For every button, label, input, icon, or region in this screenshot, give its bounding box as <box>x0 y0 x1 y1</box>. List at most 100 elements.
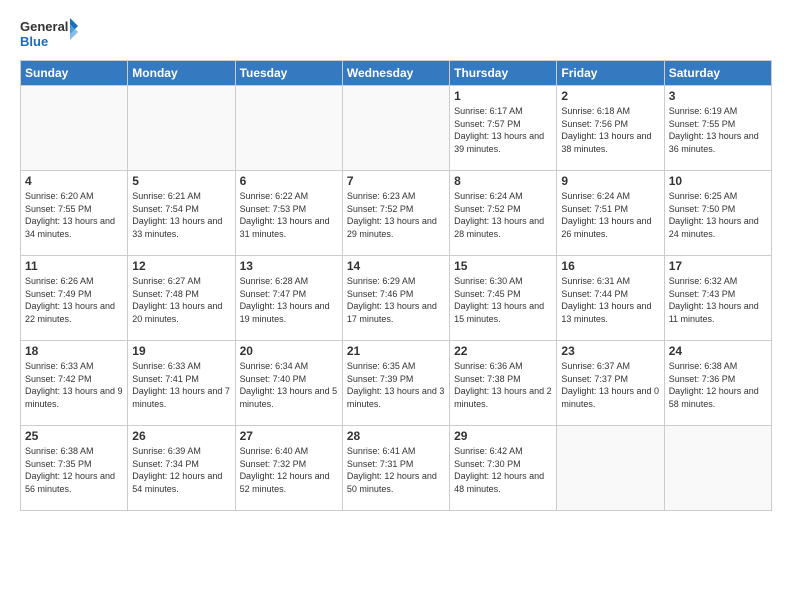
day-info: Sunrise: 6:22 AM Sunset: 7:53 PM Dayligh… <box>240 190 338 240</box>
day-info: Sunrise: 6:19 AM Sunset: 7:55 PM Dayligh… <box>669 105 767 155</box>
day-info: Sunrise: 6:23 AM Sunset: 7:52 PM Dayligh… <box>347 190 445 240</box>
calendar-cell: 25 Sunrise: 6:38 AM Sunset: 7:35 PM Dayli… <box>21 426 128 511</box>
calendar-cell: 15 Sunrise: 6:30 AM Sunset: 7:45 PM Dayli… <box>450 256 557 341</box>
header: GeneralBlue <box>20 16 772 52</box>
day-info: Sunrise: 6:20 AM Sunset: 7:55 PM Dayligh… <box>25 190 123 240</box>
day-number: 5 <box>132 174 230 188</box>
calendar-cell: 23Sunrise: 6:37 AM Sunset: 7:37 PM Dayli… <box>557 341 664 426</box>
calendar-cell: 27 Sunrise: 6:40 AM Sunset: 7:32 PM Dayli… <box>235 426 342 511</box>
calendar-cell: 20 Sunrise: 6:34 AM Sunset: 7:40 PM Dayli… <box>235 341 342 426</box>
calendar-cell: 29Sunrise: 6:42 AM Sunset: 7:30 PM Dayli… <box>450 426 557 511</box>
day-info: Sunrise: 6:21 AM Sunset: 7:54 PM Dayligh… <box>132 190 230 240</box>
calendar-cell: 2 Sunrise: 6:18 AM Sunset: 7:56 PM Daylig… <box>557 86 664 171</box>
day-info: Sunrise: 6:26 AM Sunset: 7:49 PM Dayligh… <box>25 275 123 325</box>
day-number: 26 <box>132 429 230 443</box>
day-info: Sunrise: 6:33 AM Sunset: 7:41 PM Dayligh… <box>132 360 230 410</box>
calendar-cell: 16 Sunrise: 6:31 AM Sunset: 7:44 PM Dayli… <box>557 256 664 341</box>
calendar-cell <box>342 86 449 171</box>
calendar-week-row: 18 Sunrise: 6:33 AM Sunset: 7:42 PM Dayli… <box>21 341 772 426</box>
calendar-cell <box>664 426 771 511</box>
calendar-cell: 5 Sunrise: 6:21 AM Sunset: 7:54 PM Daylig… <box>128 171 235 256</box>
day-info: Sunrise: 6:31 AM Sunset: 7:44 PM Dayligh… <box>561 275 659 325</box>
day-info: Sunrise: 6:28 AM Sunset: 7:47 PM Dayligh… <box>240 275 338 325</box>
day-number: 25 <box>25 429 123 443</box>
day-info: Sunrise: 6:34 AM Sunset: 7:40 PM Dayligh… <box>240 360 338 410</box>
day-number: 8 <box>454 174 552 188</box>
day-info: Sunrise: 6:30 AM Sunset: 7:45 PM Dayligh… <box>454 275 552 325</box>
day-number: 10 <box>669 174 767 188</box>
calendar-cell: 10 Sunrise: 6:25 AM Sunset: 7:50 PM Dayli… <box>664 171 771 256</box>
calendar-cell: 22 Sunrise: 6:36 AM Sunset: 7:38 PM Dayli… <box>450 341 557 426</box>
day-number: 3 <box>669 89 767 103</box>
day-number: 19 <box>132 344 230 358</box>
calendar-cell: 21Sunrise: 6:35 AM Sunset: 7:39 PM Dayli… <box>342 341 449 426</box>
day-info: Sunrise: 6:36 AM Sunset: 7:38 PM Dayligh… <box>454 360 552 410</box>
calendar-cell: 3 Sunrise: 6:19 AM Sunset: 7:55 PM Daylig… <box>664 86 771 171</box>
day-number: 12 <box>132 259 230 273</box>
day-number: 7 <box>347 174 445 188</box>
day-info: Sunrise: 6:29 AM Sunset: 7:46 PM Dayligh… <box>347 275 445 325</box>
day-info: Sunrise: 6:32 AM Sunset: 7:43 PM Dayligh… <box>669 275 767 325</box>
logo-svg: GeneralBlue <box>20 16 80 52</box>
calendar-week-row: 11 Sunrise: 6:26 AM Sunset: 7:49 PM Dayli… <box>21 256 772 341</box>
calendar-header-row: SundayMondayTuesdayWednesdayThursdayFrid… <box>21 61 772 86</box>
day-number: 4 <box>25 174 123 188</box>
calendar-cell: 9Sunrise: 6:24 AM Sunset: 7:51 PM Daylig… <box>557 171 664 256</box>
calendar-header-friday: Friday <box>557 61 664 86</box>
calendar-cell <box>235 86 342 171</box>
calendar-header-saturday: Saturday <box>664 61 771 86</box>
day-info: Sunrise: 6:39 AM Sunset: 7:34 PM Dayligh… <box>132 445 230 495</box>
calendar-cell <box>128 86 235 171</box>
calendar-cell <box>557 426 664 511</box>
calendar-week-row: 25 Sunrise: 6:38 AM Sunset: 7:35 PM Dayli… <box>21 426 772 511</box>
day-info: Sunrise: 6:24 AM Sunset: 7:52 PM Dayligh… <box>454 190 552 240</box>
svg-text:General: General <box>20 19 68 34</box>
logo: GeneralBlue <box>20 16 80 52</box>
calendar-cell: 24Sunrise: 6:38 AM Sunset: 7:36 PM Dayli… <box>664 341 771 426</box>
day-number: 15 <box>454 259 552 273</box>
page: GeneralBlue SundayMondayTuesdayWednesday… <box>0 0 792 612</box>
calendar-cell: 1 Sunrise: 6:17 AM Sunset: 7:57 PM Daylig… <box>450 86 557 171</box>
calendar-cell <box>21 86 128 171</box>
calendar-cell: 17 Sunrise: 6:32 AM Sunset: 7:43 PM Dayli… <box>664 256 771 341</box>
day-info: Sunrise: 6:33 AM Sunset: 7:42 PM Dayligh… <box>25 360 123 410</box>
day-info: Sunrise: 6:37 AM Sunset: 7:37 PM Dayligh… <box>561 360 659 410</box>
day-info: Sunrise: 6:40 AM Sunset: 7:32 PM Dayligh… <box>240 445 338 495</box>
day-number: 28 <box>347 429 445 443</box>
day-number: 17 <box>669 259 767 273</box>
day-number: 14 <box>347 259 445 273</box>
day-number: 2 <box>561 89 659 103</box>
day-number: 1 <box>454 89 552 103</box>
day-info: Sunrise: 6:38 AM Sunset: 7:35 PM Dayligh… <box>25 445 123 495</box>
calendar-cell: 26 Sunrise: 6:39 AM Sunset: 7:34 PM Dayli… <box>128 426 235 511</box>
day-number: 20 <box>240 344 338 358</box>
calendar-cell: 6 Sunrise: 6:22 AM Sunset: 7:53 PM Daylig… <box>235 171 342 256</box>
day-number: 27 <box>240 429 338 443</box>
day-number: 11 <box>25 259 123 273</box>
day-info: Sunrise: 6:25 AM Sunset: 7:50 PM Dayligh… <box>669 190 767 240</box>
day-number: 21 <box>347 344 445 358</box>
day-info: Sunrise: 6:18 AM Sunset: 7:56 PM Dayligh… <box>561 105 659 155</box>
day-number: 16 <box>561 259 659 273</box>
calendar-header-wednesday: Wednesday <box>342 61 449 86</box>
day-number: 24 <box>669 344 767 358</box>
calendar-cell: 11 Sunrise: 6:26 AM Sunset: 7:49 PM Dayli… <box>21 256 128 341</box>
calendar-cell: 18 Sunrise: 6:33 AM Sunset: 7:42 PM Dayli… <box>21 341 128 426</box>
calendar-header-thursday: Thursday <box>450 61 557 86</box>
day-info: Sunrise: 6:17 AM Sunset: 7:57 PM Dayligh… <box>454 105 552 155</box>
calendar-cell: 12 Sunrise: 6:27 AM Sunset: 7:48 PM Dayli… <box>128 256 235 341</box>
calendar-header-tuesday: Tuesday <box>235 61 342 86</box>
day-number: 6 <box>240 174 338 188</box>
calendar-cell: 13 Sunrise: 6:28 AM Sunset: 7:47 PM Dayli… <box>235 256 342 341</box>
day-number: 29 <box>454 429 552 443</box>
calendar-cell: 8 Sunrise: 6:24 AM Sunset: 7:52 PM Daylig… <box>450 171 557 256</box>
calendar-header-monday: Monday <box>128 61 235 86</box>
calendar-cell: 14 Sunrise: 6:29 AM Sunset: 7:46 PM Dayli… <box>342 256 449 341</box>
calendar-week-row: 4 Sunrise: 6:20 AM Sunset: 7:55 PM Daylig… <box>21 171 772 256</box>
day-number: 9 <box>561 174 659 188</box>
day-number: 13 <box>240 259 338 273</box>
day-number: 18 <box>25 344 123 358</box>
calendar-cell: 19 Sunrise: 6:33 AM Sunset: 7:41 PM Dayli… <box>128 341 235 426</box>
day-info: Sunrise: 6:27 AM Sunset: 7:48 PM Dayligh… <box>132 275 230 325</box>
day-number: 22 <box>454 344 552 358</box>
